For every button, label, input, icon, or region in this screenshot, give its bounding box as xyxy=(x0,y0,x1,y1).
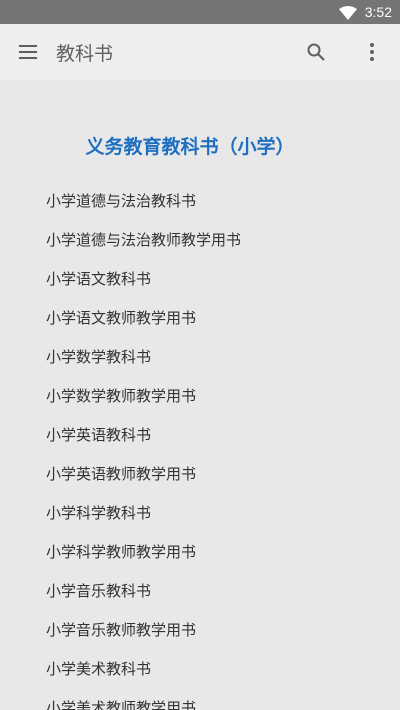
list-item[interactable]: 小学科学教科书 xyxy=(46,496,241,535)
search-icon xyxy=(307,43,325,61)
list-item[interactable]: 小学道德与法治教师教学用书 xyxy=(46,223,241,262)
list-item[interactable]: 小学英语教科书 xyxy=(46,418,241,457)
list-item[interactable]: 小学科学教师教学用书 xyxy=(46,535,241,574)
menu-button[interactable] xyxy=(16,40,40,64)
more-vert-icon xyxy=(370,43,374,61)
content-area[interactable]: 义务教育教科书（小学） 小学道德与法治教科书 小学道德与法治教师教学用书 小学语… xyxy=(0,80,400,710)
list-item[interactable]: 小学道德与法治教科书 xyxy=(46,184,241,223)
status-clock: 3:52 xyxy=(364,4,392,20)
list-item[interactable]: 小学音乐教科书 xyxy=(46,574,241,613)
list-item[interactable]: 小学数学教师教学用书 xyxy=(46,379,241,418)
list-item[interactable]: 小学英语教师教学用书 xyxy=(46,457,241,496)
book-list: 小学道德与法治教科书 小学道德与法治教师教学用书 小学语文教科书 小学语文教师教… xyxy=(46,184,241,710)
list-item[interactable]: 小学语文教师教学用书 xyxy=(46,301,241,340)
list-item[interactable]: 小学美术教科书 xyxy=(46,652,241,691)
app-bar: 教科书 xyxy=(0,24,400,80)
status-bar: 3:52 xyxy=(0,0,400,24)
list-item[interactable]: 小学音乐教师教学用书 xyxy=(46,613,241,652)
list-item[interactable]: 小学数学教科书 xyxy=(46,340,241,379)
search-button[interactable] xyxy=(304,40,328,64)
wifi-icon xyxy=(338,5,357,20)
list-item[interactable]: 小学美术教师教学用书 xyxy=(46,691,241,710)
more-options-button[interactable] xyxy=(360,40,384,64)
list-item[interactable]: 小学语文教科书 xyxy=(46,262,241,301)
app-title: 教科书 xyxy=(56,42,114,65)
status-indicators: 3:52 xyxy=(338,0,392,24)
section-title: 义务教育教科书（小学） xyxy=(85,136,295,158)
menu-icon xyxy=(19,45,37,59)
